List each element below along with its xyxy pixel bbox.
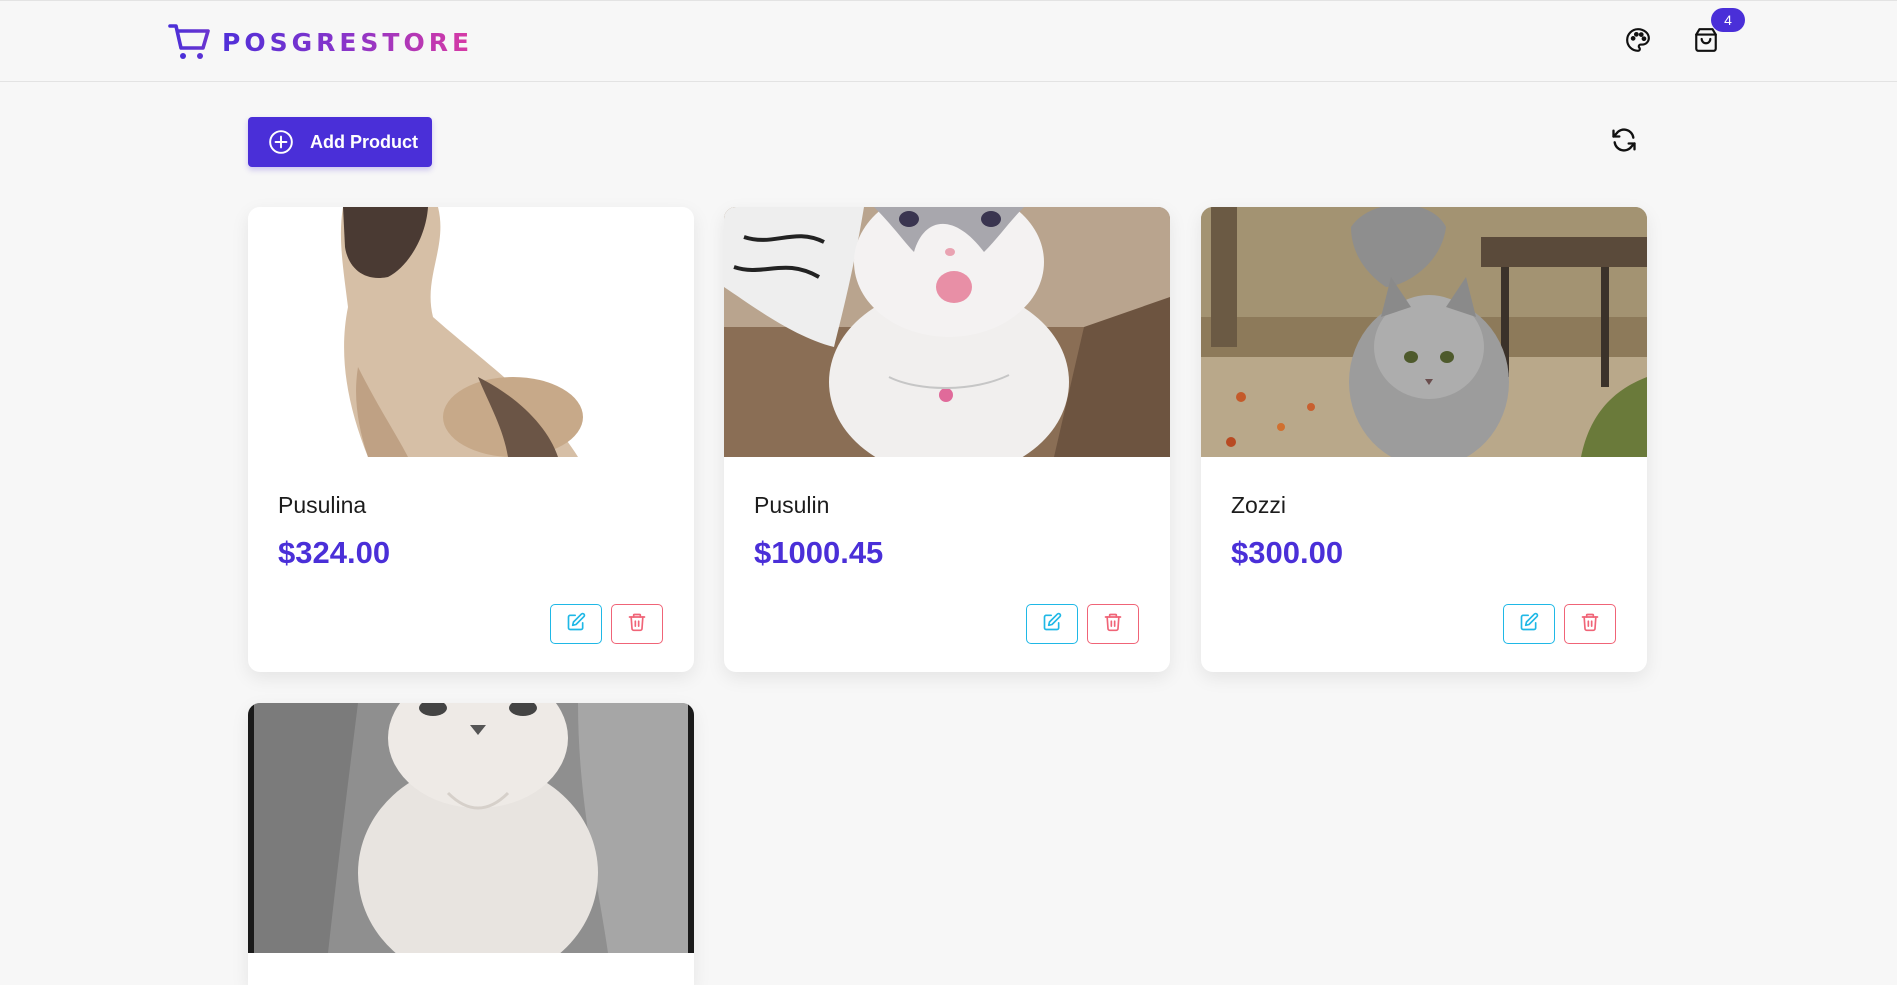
add-product-label: Add Product [310,131,418,152]
product-name: Pusulina [278,492,367,518]
product-card [248,703,694,985]
product-image [724,207,1170,457]
edit-icon [1042,612,1062,637]
product-name: Pusulin [754,492,830,518]
product-price: $300.00 [1231,535,1344,570]
product-image [248,207,694,457]
refresh-icon [1610,126,1638,159]
brand-name: POSGRESTORE [222,27,474,57]
brand-logo[interactable]: POSGRESTORE [168,20,473,64]
trash-icon [627,612,647,637]
product-image [1201,207,1647,457]
delete-button[interactable] [1564,604,1616,644]
shopping-bag-icon [1693,27,1719,58]
trash-icon [1103,612,1123,637]
product-card: Zozzi $300.00 [1201,207,1647,672]
plus-circle-icon [268,129,294,155]
product-price: $324.00 [278,535,391,570]
product-card: Pusulin $1000.45 [724,207,1170,672]
theme-button[interactable] [1618,22,1658,62]
product-image [248,703,694,953]
product-price: $1000.45 [754,535,884,570]
edit-button[interactable] [1503,604,1555,644]
product-card: Pusulina $324.00 [248,207,694,672]
navbar: POSGRESTORE 4 [0,0,1897,82]
cart-icon [168,20,212,64]
edit-button[interactable] [550,604,602,644]
product-name: Zozzi [1231,492,1286,518]
palette-icon [1625,27,1651,58]
cart-count-badge: 4 [1711,8,1745,32]
edit-button[interactable] [1026,604,1078,644]
refresh-button[interactable] [1604,122,1644,162]
delete-button[interactable] [1087,604,1139,644]
add-product-button[interactable]: Add Product [248,117,432,167]
trash-icon [1580,612,1600,637]
edit-icon [1519,612,1539,637]
edit-icon [566,612,586,637]
delete-button[interactable] [611,604,663,644]
